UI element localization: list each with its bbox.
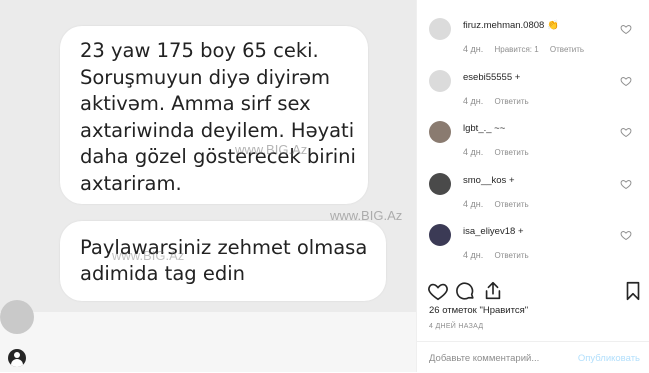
comment-age[interactable]: 4 дн.: [463, 96, 483, 106]
commenter-avatar[interactable]: [429, 224, 451, 246]
comment-username-line: smo__kos +: [463, 175, 515, 186]
reply-button[interactable]: Ответить: [494, 251, 528, 260]
comment-username[interactable]: firuz.mehman.0808: [463, 20, 544, 31]
comment-username-line: firuz.mehman.0808 👏: [463, 20, 559, 31]
comment-likes[interactable]: Нравится: 1: [494, 45, 538, 54]
comment-username[interactable]: smo__kos: [463, 175, 506, 186]
watermark: www.BIG.Az: [235, 142, 308, 157]
add-comment-bar: Добавьте комментарий... Опубликовать: [417, 341, 649, 373]
comment-username[interactable]: isa_eliyev18: [463, 226, 515, 237]
comments-panel: firuz.mehman.0808 👏 4 дн. Нравится: 1 От…: [416, 0, 649, 372]
comment-item: lgbt_._ ~~ 4 дн. Ответить: [417, 121, 649, 171]
commenter-avatar[interactable]: [429, 173, 451, 195]
message-bubble-1: 23 yaw 175 boy 65 ceki. Soruşmuyun diyə …: [60, 26, 368, 204]
comment-item: isa_eliyev18 + 4 дн. Ответить: [417, 224, 649, 274]
comment-item: smo__kos + 4 дн. Ответить: [417, 173, 649, 223]
comment-meta: 4 дн. Ответить: [463, 96, 538, 106]
comment-username-line: esebi55555 +: [463, 72, 520, 83]
reply-button[interactable]: Ответить: [494, 148, 528, 157]
comment-username[interactable]: esebi55555: [463, 72, 512, 83]
heart-icon[interactable]: [620, 126, 632, 138]
message-bubble-2: Paylawarsiniz zehmet olmasa adimida tag …: [60, 221, 386, 301]
comment-age[interactable]: 4 дн.: [463, 44, 483, 54]
heart-icon[interactable]: [620, 75, 632, 87]
bookmark-icon[interactable]: [622, 280, 644, 302]
comment-meta: 4 дн. Ответить: [463, 250, 538, 260]
reply-button[interactable]: Ответить: [494, 97, 528, 106]
comment-item: esebi55555 + 4 дн. Ответить: [417, 70, 649, 120]
heart-icon[interactable]: [620, 229, 632, 241]
heart-icon[interactable]: [427, 280, 449, 302]
comment-username-line: lgbt_._ ~~: [463, 123, 505, 134]
watermark: www.BIG.Az: [330, 208, 403, 223]
photo-lower-area: [0, 312, 416, 372]
partial-avatar: [0, 300, 34, 334]
post-actions: [417, 280, 649, 304]
watermark: www.BIG.Az: [112, 248, 185, 263]
comment-age[interactable]: 4 дн.: [463, 147, 483, 157]
publish-button[interactable]: Опубликовать: [578, 353, 640, 364]
comment-text: +: [514, 72, 521, 83]
message-1-text: 23 yaw 175 boy 65 ceki. Soruşmuyun diyə …: [80, 39, 356, 195]
comment-age[interactable]: 4 дн.: [463, 199, 483, 209]
post-photo: 23 yaw 175 boy 65 ceki. Soruşmuyun diyə …: [0, 0, 416, 372]
commenter-avatar[interactable]: [429, 18, 451, 40]
comment-text: +: [508, 175, 515, 186]
comment-meta: 4 дн. Ответить: [463, 147, 538, 157]
comment-text: +: [517, 226, 524, 237]
heart-icon[interactable]: [620, 23, 632, 35]
share-icon[interactable]: [482, 280, 504, 302]
comment-username[interactable]: lgbt_._: [463, 123, 492, 134]
comment-meta: 4 дн. Нравится: 1 Ответить: [463, 44, 593, 54]
comment-input[interactable]: Добавьте комментарий...: [429, 353, 539, 364]
reply-button[interactable]: Ответить: [494, 200, 528, 209]
comment-age[interactable]: 4 дн.: [463, 250, 483, 260]
heart-icon[interactable]: [620, 178, 632, 190]
comment-emoji: 👏: [546, 20, 559, 31]
comment-item: firuz.mehman.0808 👏 4 дн. Нравится: 1 От…: [417, 18, 649, 68]
reply-button[interactable]: Ответить: [550, 45, 584, 54]
comment-meta: 4 дн. Ответить: [463, 199, 538, 209]
post-age[interactable]: 4 ДНЕЙ НАЗАД: [429, 323, 483, 330]
commenter-avatar[interactable]: [429, 121, 451, 143]
comment-username-line: isa_eliyev18 +: [463, 226, 524, 237]
likes-count[interactable]: 26 отметок "Нравится": [429, 305, 528, 316]
comment-icon[interactable]: [454, 280, 476, 302]
user-icon[interactable]: [8, 349, 26, 367]
commenter-avatar[interactable]: [429, 70, 451, 92]
comment-emoji: ~~: [494, 123, 506, 134]
